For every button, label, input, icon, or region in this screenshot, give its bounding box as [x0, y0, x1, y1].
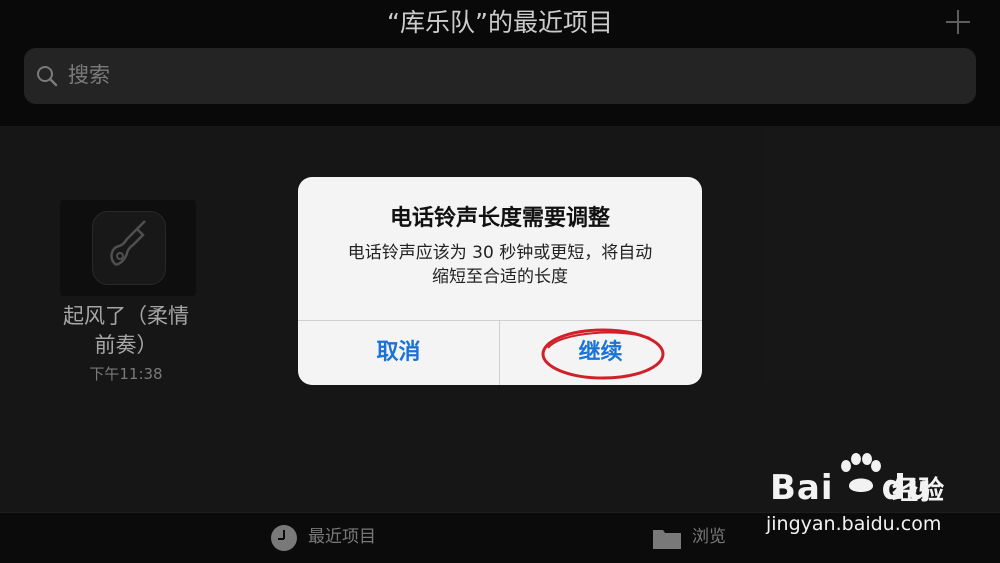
- dialog-message-line: 缩短至合适的长度: [432, 267, 568, 287]
- watermark-url: jingyan.baidu.com: [766, 513, 942, 535]
- dialog-title: 电话铃声长度需要调整: [389, 206, 610, 231]
- paw-icon: [841, 453, 881, 492]
- baidu-watermark: Bai du 经验 jingyan.baidu.com: [762, 452, 992, 540]
- highlight-circle: [541, 328, 665, 380]
- watermark-cn: 经验: [892, 476, 945, 506]
- watermark-brand-part: Bai: [770, 468, 834, 508]
- dialog-message: 电话铃声应该为 30 秒钟或更短，将自动 缩短至合适的长度: [318, 241, 682, 289]
- dialog-message-line: 电话铃声应该为 30 秒钟或更短，将自动: [347, 243, 653, 263]
- cancel-button[interactable]: 取消: [298, 321, 499, 385]
